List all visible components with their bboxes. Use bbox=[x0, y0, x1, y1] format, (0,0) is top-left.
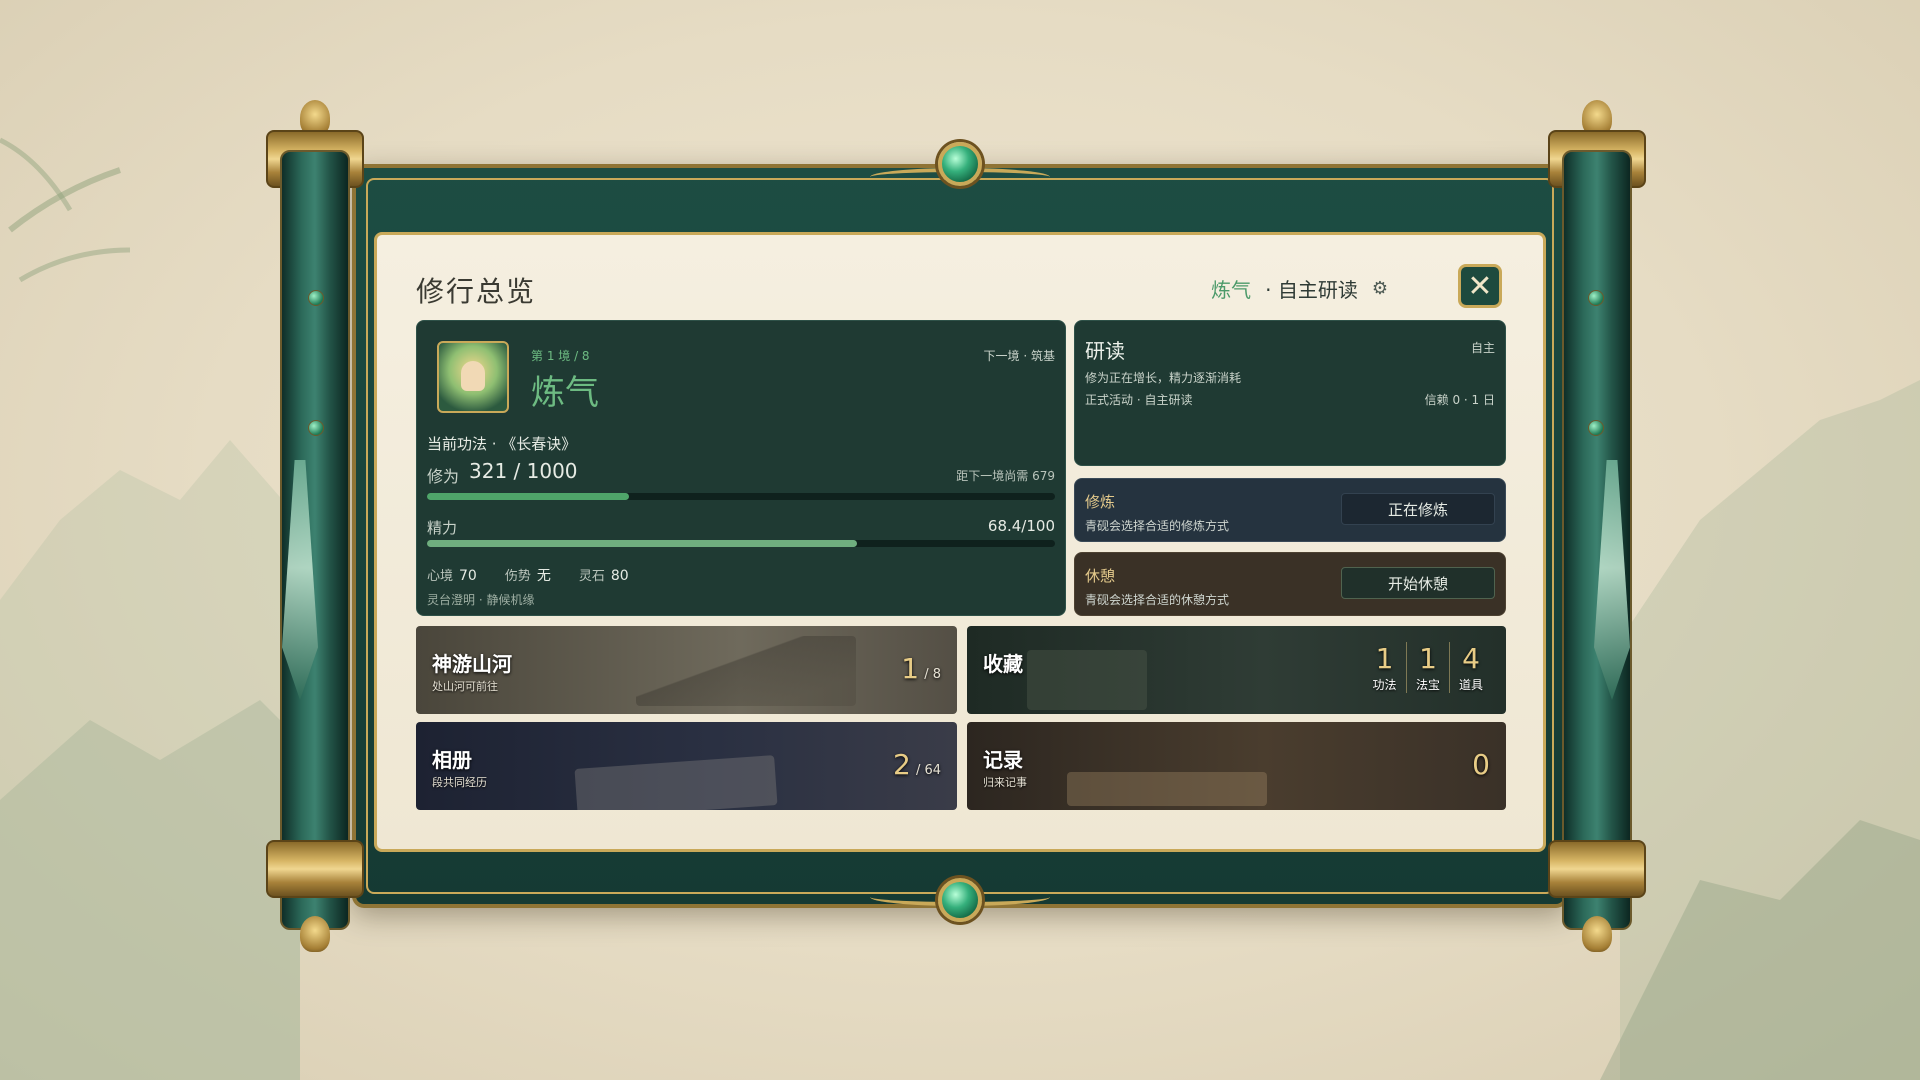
rod-cap-bottom-right bbox=[1548, 840, 1646, 898]
study-description: 修为正在增长，精力逐渐消耗 bbox=[1085, 371, 1242, 385]
energy-progress-bar bbox=[427, 540, 1055, 547]
record-title: 记录 bbox=[983, 748, 1023, 772]
record-count: 0 bbox=[1472, 748, 1490, 781]
character-avatar bbox=[437, 341, 509, 413]
stat-mind: 心境 70 bbox=[427, 568, 477, 584]
book-scenery bbox=[1067, 772, 1267, 806]
jade-bead bbox=[308, 420, 324, 436]
jade-gem-top bbox=[938, 142, 982, 186]
realm-name: 炼气 bbox=[531, 373, 599, 413]
collection-techniques: 1 功法 bbox=[1372, 642, 1397, 692]
rest-title: 休憩 bbox=[1085, 567, 1116, 585]
cultivate-description: 青砚会选择合适的修炼方式 bbox=[1085, 519, 1230, 533]
cultivation-remaining: 距下一境尚需 679 bbox=[956, 469, 1055, 483]
close-button[interactable]: ✕ bbox=[1458, 264, 1502, 308]
mountain-scenery bbox=[636, 636, 856, 706]
stat-injury: 伤势无 bbox=[504, 568, 551, 584]
album-tile[interactable]: 相册 段共同经历 2 / 64 bbox=[416, 722, 957, 810]
cultivating-button[interactable]: 正在修炼 bbox=[1341, 493, 1495, 525]
header-status: 炼气 · 自主研读 ⚙ bbox=[1211, 274, 1388, 303]
cultivate-title: 修炼 bbox=[1085, 493, 1116, 511]
photo-scenery bbox=[574, 755, 778, 810]
record-subtitle: 归来记事 bbox=[983, 776, 1027, 789]
travel-count: 1 / 8 bbox=[901, 652, 941, 685]
collection-counts: 1 功法 1 法宝 4 道具 bbox=[1363, 642, 1492, 693]
next-realm: 下一境 · 筑基 bbox=[983, 349, 1055, 363]
study-reliance: 信赖 0 · 1 日 bbox=[1424, 393, 1495, 407]
page-title: 修行总览 bbox=[416, 275, 537, 308]
start-rest-button[interactable]: 开始休憩 bbox=[1341, 567, 1495, 599]
cultivation-value: 321 / 1000 bbox=[469, 459, 578, 483]
finial-bottom-left bbox=[300, 916, 330, 952]
collection-items: 4 道具 bbox=[1449, 642, 1492, 693]
study-activity: 正式活动 · 自主研读 bbox=[1085, 393, 1193, 407]
avatar-figure bbox=[461, 361, 485, 391]
collection-artifacts: 1 法宝 bbox=[1406, 642, 1449, 693]
scroll-rod-right bbox=[1538, 100, 1656, 980]
travel-subtitle: 处山河可前往 bbox=[432, 680, 498, 693]
album-count: 2 / 64 bbox=[893, 748, 941, 781]
close-icon: ✕ bbox=[1467, 268, 1493, 304]
stage-label: 第 1 境 / 8 bbox=[531, 349, 590, 363]
gear-icon[interactable]: ⚙ bbox=[1372, 278, 1388, 299]
status-line: 灵台澄明 · 静候机缘 bbox=[427, 593, 535, 607]
stat-spirit-stones: 灵石 80 bbox=[578, 568, 629, 584]
treasure-chest-scenery bbox=[1027, 650, 1147, 710]
mode-tag: · 自主研读 bbox=[1265, 278, 1358, 302]
study-card: 研读 自主 修为正在增长，精力逐渐消耗 正式活动 · 自主研读 信赖 0 · 1… bbox=[1074, 320, 1506, 466]
jade-bead bbox=[1588, 420, 1604, 436]
travel-tile[interactable]: 神游山河 处山河可前往 1 / 8 bbox=[416, 626, 957, 714]
album-subtitle: 段共同经历 bbox=[432, 776, 487, 789]
current-technique: 当前功法 · 《长春诀》 bbox=[427, 435, 577, 453]
cultivation-label: 修为 bbox=[427, 467, 460, 486]
stats-row: 心境 70 伤势无 灵石 80 bbox=[427, 565, 629, 585]
rest-option: 休憩 青砚会选择合适的休憩方式 开始休憩 bbox=[1074, 552, 1506, 616]
energy-label: 精力 bbox=[427, 519, 458, 537]
jade-bead bbox=[1588, 290, 1604, 306]
bamboo-leaves-decoration bbox=[0, 137, 131, 283]
jade-bead bbox=[308, 290, 324, 306]
finial-bottom-right bbox=[1582, 916, 1612, 952]
jade-gem-bottom bbox=[938, 878, 982, 922]
realm-tag: 炼气 bbox=[1211, 278, 1252, 302]
album-title: 相册 bbox=[432, 748, 472, 772]
travel-title: 神游山河 bbox=[432, 652, 512, 676]
rest-description: 青砚会选择合适的休憩方式 bbox=[1085, 593, 1230, 607]
energy-value: 68.4/100 bbox=[987, 517, 1055, 535]
study-title: 研读 bbox=[1085, 339, 1125, 363]
collection-tile[interactable]: 收藏 1 功法 1 法宝 4 道具 bbox=[967, 626, 1506, 714]
record-tile[interactable]: 记录 归来记事 0 bbox=[967, 722, 1506, 810]
cultivation-status-card: 第 1 境 / 8 炼气 下一境 · 筑基 当前功法 · 《长春诀》 修为 32… bbox=[416, 320, 1066, 616]
cultivate-option: 修炼 青砚会选择合适的修炼方式 正在修炼 bbox=[1074, 478, 1506, 542]
study-auto-label: 自主 bbox=[1470, 341, 1495, 355]
energy-progress-fill bbox=[427, 540, 857, 547]
collection-title: 收藏 bbox=[983, 652, 1023, 676]
rod-cap-bottom-left bbox=[266, 840, 364, 898]
cultivation-progress-bar bbox=[427, 493, 1055, 500]
scroll-rod-left bbox=[256, 100, 374, 980]
cultivation-progress-fill bbox=[427, 493, 629, 500]
